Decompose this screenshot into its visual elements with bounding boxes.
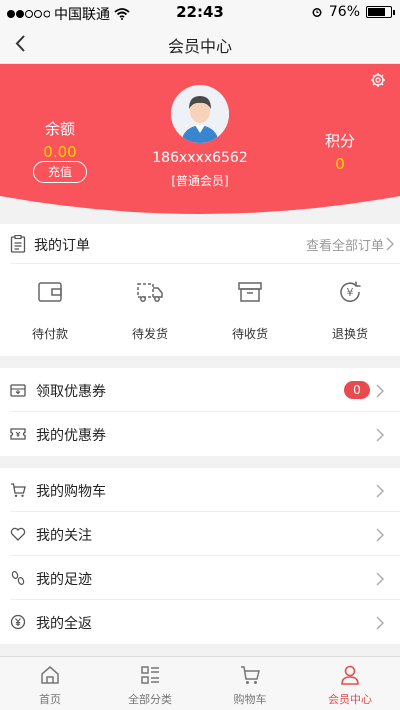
- orders-title: 我的订单: [34, 238, 90, 254]
- row-label: 我的足迹: [36, 572, 92, 588]
- tab-label: 购物车: [233, 693, 267, 706]
- profile-header: 余额 0.00 充值 186xxxx6562 [普通会员] 积分 0: [0, 64, 400, 224]
- avatar[interactable]: [171, 85, 229, 143]
- cashback-row[interactable]: 我的全返: [10, 600, 400, 644]
- order-status-label: 退换货: [331, 327, 368, 341]
- my-coupons-row[interactable]: 我的优惠券: [10, 412, 400, 456]
- cart-row[interactable]: 我的购物车: [10, 468, 400, 512]
- status-bar: 中国联通 22:43 76%: [0, 0, 400, 24]
- get-coupons-row[interactable]: 领取优惠券 0: [10, 368, 400, 412]
- view-all-orders-link[interactable]: 查看全部订单: [306, 235, 384, 254]
- nav-bar: 会员中心: [0, 24, 400, 64]
- balance-block[interactable]: 余额 0.00: [30, 118, 90, 161]
- order-status-returns[interactable]: ¥ 退换货: [300, 272, 400, 342]
- category-icon: [141, 666, 159, 684]
- battery-percent: 76%: [328, 4, 360, 20]
- tab-categories[interactable]: 全部分类: [100, 657, 200, 710]
- points-block[interactable]: 积分 0: [310, 130, 370, 173]
- order-status-label: 待收货: [231, 327, 268, 341]
- follows-row[interactable]: 我的关注: [10, 512, 400, 556]
- tab-cart[interactable]: 购物车: [200, 657, 300, 710]
- row-label: 我的关注: [36, 528, 92, 544]
- battery-icon: [366, 6, 395, 18]
- svg-text:¥: ¥: [347, 286, 354, 299]
- tab-member-center[interactable]: 会员中心: [300, 657, 400, 710]
- points-label: 积分: [324, 132, 355, 150]
- gear-icon: [371, 73, 385, 87]
- order-status-label: 待发货: [131, 327, 168, 341]
- order-list-icon: [10, 235, 26, 253]
- order-status-pending-receipt[interactable]: 待收货: [200, 272, 300, 342]
- recharge-button[interactable]: 充值: [33, 161, 87, 183]
- truck-icon: [137, 283, 163, 302]
- chevron-right-icon: [386, 237, 394, 251]
- heart-icon: [10, 527, 26, 541]
- coupon-get-icon: [10, 384, 26, 397]
- row-label: 我的购物车: [36, 484, 106, 500]
- avatar-image: [171, 85, 229, 143]
- coupon-count-badge: 0: [344, 381, 370, 399]
- tab-bar: 首页 全部分类 购物车 会员中心: [0, 656, 400, 710]
- footprint-icon: [11, 571, 25, 585]
- orders-section: 我的订单 查看全部订单 待付款 待发货 待收货 ¥ 退换货: [0, 224, 400, 356]
- points-value: 0: [335, 155, 345, 173]
- box-icon: [238, 282, 262, 302]
- alarm-icon: [312, 8, 322, 17]
- footprints-row[interactable]: 我的足迹: [10, 556, 400, 600]
- chevron-right-icon: [376, 572, 384, 586]
- home-icon: [41, 666, 59, 684]
- user-phone: 186xxxx6562: [152, 150, 248, 166]
- orders-header[interactable]: 我的订单 查看全部订单: [10, 224, 400, 264]
- chevron-right-icon: [376, 428, 384, 442]
- page-title: 会员中心: [167, 37, 232, 56]
- chevron-right-icon: [376, 484, 384, 498]
- tab-label: 全部分类: [128, 693, 172, 706]
- chevron-right-icon: [376, 616, 384, 630]
- tab-label: 会员中心: [328, 693, 372, 706]
- cashback-icon: [10, 614, 26, 630]
- balance-label: 余额: [44, 120, 75, 138]
- order-status-label: 待付款: [31, 327, 68, 341]
- wallet-icon: [38, 282, 62, 302]
- order-status-pending-shipment[interactable]: 待发货: [100, 272, 200, 342]
- chevron-right-icon: [376, 384, 384, 398]
- settings-button[interactable]: [370, 72, 386, 92]
- row-label: 我的优惠券: [36, 428, 106, 444]
- tab-home[interactable]: 首页: [0, 657, 100, 710]
- member-level: [普通会员]: [171, 174, 229, 188]
- coupon-icon: [10, 428, 26, 440]
- order-status-list: 待付款 待发货 待收货 ¥ 退换货: [0, 272, 400, 342]
- battery-fill: [368, 8, 385, 16]
- row-label: 我的全返: [36, 616, 92, 632]
- row-label: 领取优惠券: [36, 384, 106, 400]
- account-menu-group: 我的购物车 我的关注 我的足迹 我的全返: [0, 468, 400, 644]
- refund-icon: ¥: [340, 281, 361, 302]
- status-right: 76%: [311, 4, 395, 20]
- cart-icon: [11, 483, 26, 497]
- user-icon: [341, 665, 359, 685]
- order-status-pending-payment[interactable]: 待付款: [0, 272, 100, 342]
- tab-label: 首页: [39, 693, 61, 706]
- coupons-group: 领取优惠券 0 我的优惠券: [0, 368, 400, 456]
- cart-icon: [241, 666, 260, 684]
- balance-value: 0.00: [43, 143, 77, 161]
- chevron-right-icon: [376, 528, 384, 542]
